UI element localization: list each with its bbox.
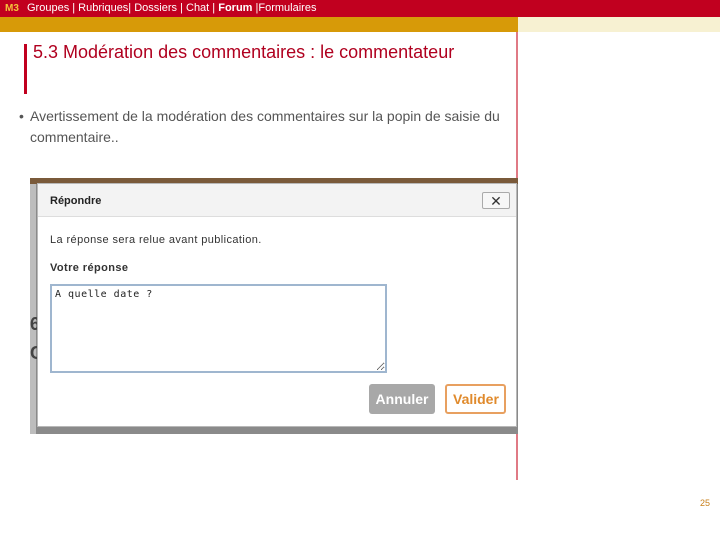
submit-button[interactable]: Valider [445, 384, 506, 414]
module-badge: M3 [5, 3, 19, 14]
nav-link-formulaires[interactable]: |Formulaires [256, 2, 317, 14]
bullet-text: Avertissement de la modération des comme… [30, 108, 500, 145]
nav-links: Groupes | Rubriques| Dossiers | Chat | F… [27, 2, 316, 14]
nav-link-chat[interactable]: Chat | [186, 2, 215, 14]
close-icon[interactable]: ✕ [482, 192, 510, 209]
reply-dialog: Répondre ✕ La réponse sera relue avant p… [37, 183, 517, 427]
reply-label: Votre réponse [50, 262, 129, 274]
nav-link-groupes[interactable]: Groupes | [27, 2, 75, 14]
cancel-button[interactable]: Annuler [369, 384, 435, 414]
page-number: 25 [700, 498, 711, 508]
nav-link-rubriques[interactable]: Rubriques| [78, 2, 131, 14]
dialog-title: Répondre [50, 195, 102, 207]
bullet-dot: • [19, 108, 24, 124]
screenshot-left-strip [30, 184, 36, 434]
slide-title: 5.3 Modération des commentaires : le com… [33, 42, 455, 62]
nav-link-forum[interactable]: Forum [218, 2, 252, 14]
title-accent-bar [24, 44, 27, 94]
moderation-notice: La réponse sera relue avant publication. [50, 234, 262, 246]
dialog-header: Répondre ✕ [38, 184, 516, 217]
nav-link-dossiers[interactable]: Dossiers | [134, 2, 183, 14]
header-stripe-right [518, 17, 720, 32]
bullet-item: • Avertissement de la modération des com… [19, 106, 509, 148]
top-nav-bar: M3 Groupes | Rubriques| Dossiers | Chat … [0, 0, 720, 17]
reply-textarea[interactable]: A quelle date ? [50, 284, 387, 373]
header-stripe [0, 17, 518, 32]
